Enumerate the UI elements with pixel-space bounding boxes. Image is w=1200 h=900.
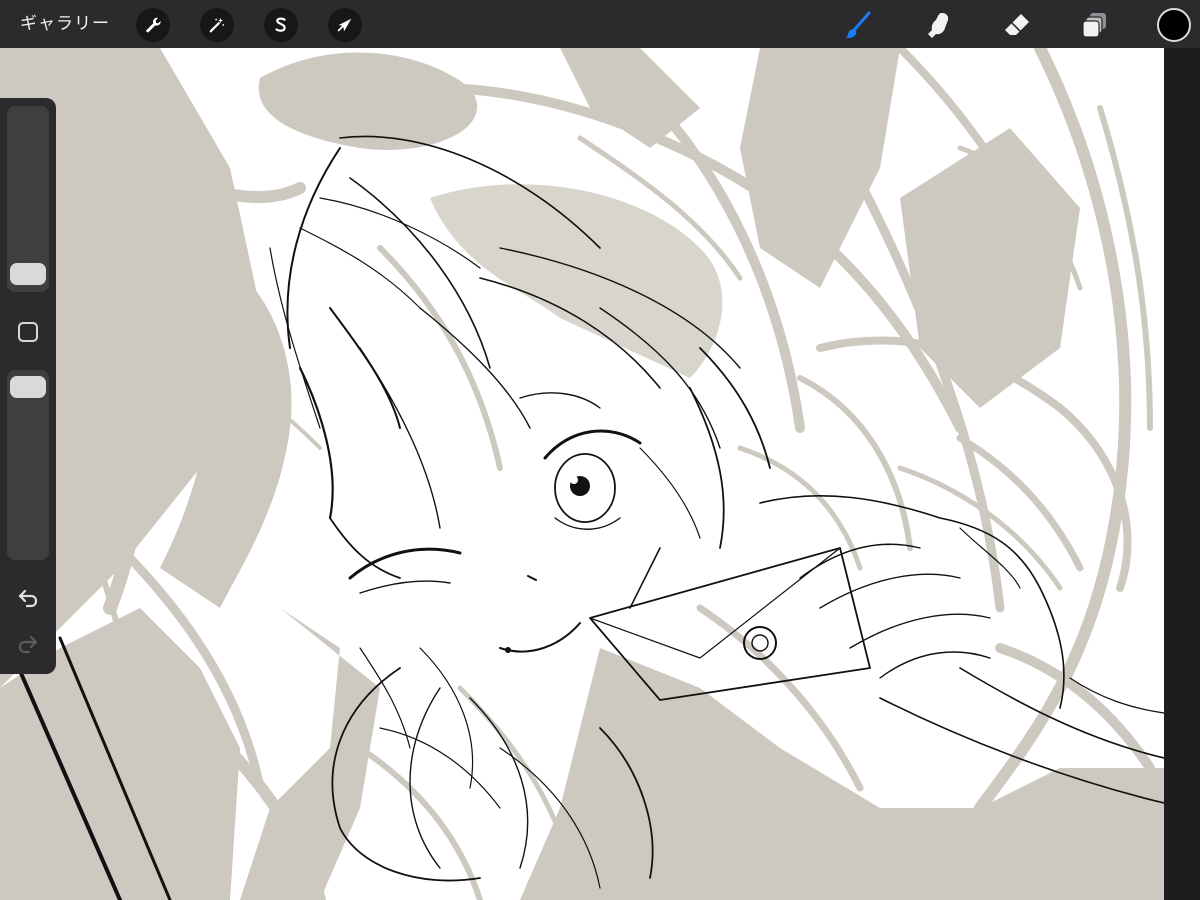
smudge-tool-button[interactable] (920, 6, 958, 44)
color-swatch[interactable] (1157, 8, 1191, 42)
layers-icon (1082, 13, 1106, 38)
redo-arrow-icon (18, 635, 38, 654)
procreate-app: ギャラリー (0, 0, 1200, 900)
undo-arrow-icon (18, 589, 38, 608)
magic-wand-icon (209, 17, 225, 33)
brush-tool-button[interactable] (838, 6, 876, 44)
eraser-tool-button[interactable] (998, 6, 1036, 44)
undo-button[interactable] (14, 584, 42, 612)
smudge-finger-icon (928, 13, 949, 38)
opacity-thumb[interactable] (10, 376, 46, 398)
square-icon (18, 322, 38, 342)
brush-icon (845, 11, 871, 38)
transform-button[interactable] (328, 8, 362, 42)
left-sidebar (0, 98, 56, 674)
redo-button[interactable] (14, 630, 42, 658)
arrow-cursor-icon (337, 18, 352, 32)
selection-button[interactable] (264, 8, 298, 42)
actions-button[interactable] (136, 8, 170, 42)
brush-size-thumb[interactable] (10, 263, 46, 285)
top-toolbar: ギャラリー (0, 0, 1200, 48)
modify-button[interactable] (16, 320, 40, 344)
selection-s-icon (275, 17, 286, 32)
drawing-canvas[interactable] (0, 48, 1164, 900)
brush-size-slider[interactable] (7, 106, 49, 292)
opacity-slider[interactable] (7, 370, 49, 560)
gallery-button[interactable]: ギャラリー (20, 12, 110, 36)
adjustments-button[interactable] (200, 8, 234, 42)
right-canvas-gutter (1164, 48, 1200, 900)
layers-button[interactable] (1076, 6, 1114, 44)
wrench-icon (146, 17, 161, 33)
artwork (0, 48, 1164, 900)
eraser-icon (1005, 14, 1029, 35)
rough-sketch-layer (0, 48, 1164, 900)
